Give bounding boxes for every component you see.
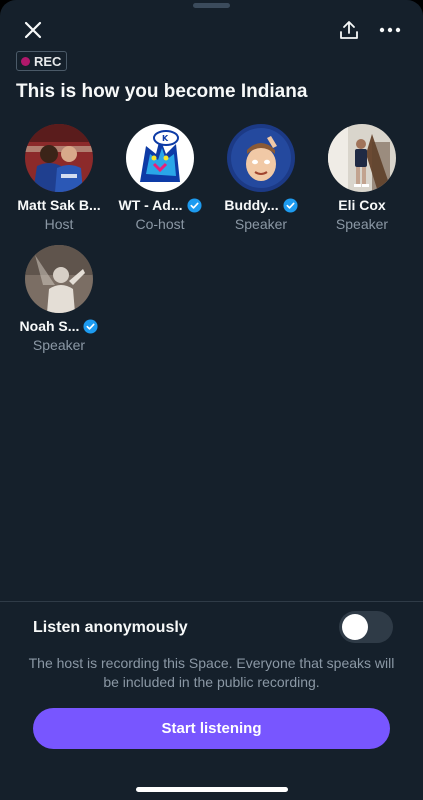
avatar <box>25 124 93 192</box>
verified-badge-icon <box>83 318 98 334</box>
speaker-role: Host <box>44 216 74 232</box>
speaker-name: Matt Sak B... <box>17 197 101 213</box>
speaker-eli[interactable]: Eli Cox Speaker <box>311 124 413 232</box>
listen-panel: Listen anonymously The host is recording… <box>0 601 423 800</box>
speaker-role: Co-host <box>135 216 185 232</box>
speaker-name: WT - Ad... <box>118 197 183 213</box>
speaker-matt[interactable]: Matt Sak B... Host <box>8 124 110 232</box>
verified-badge-icon <box>283 197 298 213</box>
speaker-role: Speaker <box>234 216 288 232</box>
toggle-knob <box>342 614 368 640</box>
speaker-name: Buddy... <box>224 197 279 213</box>
avatar <box>227 124 295 192</box>
speaker-wt[interactable]: K WT - Ad... Co-host <box>109 124 211 232</box>
avatar: K <box>126 124 194 192</box>
space-sheet: REC This is how you become Indiana Matt … <box>0 0 423 800</box>
speaker-buddy[interactable]: Buddy... Speaker <box>210 124 312 232</box>
speaker-noah[interactable]: Noah S... Speaker <box>8 245 110 353</box>
listen-anonymously-label: Listen anonymously <box>33 619 188 636</box>
start-listening-button[interactable]: Start listening <box>33 708 390 749</box>
home-indicator <box>136 787 288 792</box>
recording-notice: The host is recording this Space. Everyo… <box>28 655 395 690</box>
speaker-role: Speaker <box>335 216 389 232</box>
avatar <box>25 245 93 313</box>
svg-text:K: K <box>162 134 169 143</box>
speaker-name: Noah S... <box>19 318 80 334</box>
speaker-grid: Matt Sak B... Host K WT - Ad... Co-host … <box>0 0 423 400</box>
speaker-role: Speaker <box>32 337 86 353</box>
avatar <box>328 124 396 192</box>
verified-badge-icon <box>186 197 202 213</box>
speaker-name: Eli Cox <box>338 197 386 213</box>
listen-anonymously-toggle[interactable] <box>339 611 393 643</box>
